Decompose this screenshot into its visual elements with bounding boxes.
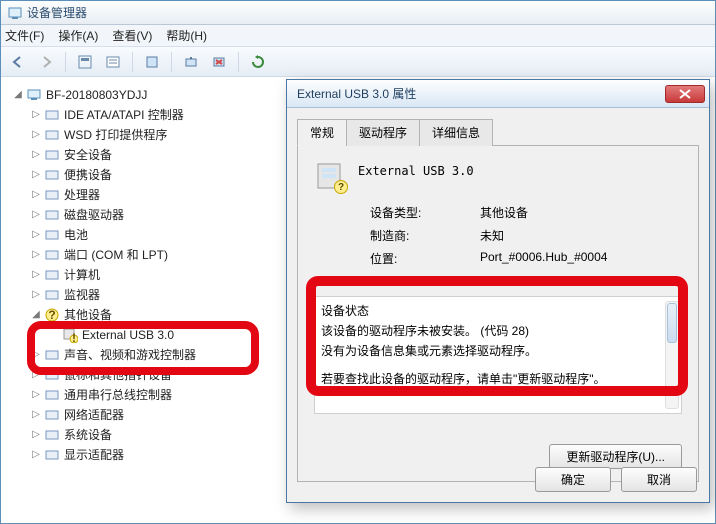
row-device-type: 设备类型: 其他设备 <box>370 204 682 221</box>
row-location: 位置: Port_#0006.Hub_#0004 <box>370 250 682 267</box>
expand-icon[interactable]: ▷ <box>30 405 42 425</box>
tree-label: 监视器 <box>64 285 100 305</box>
device-status-box: 设备状态 该设备的驱动程序未被安装。 (代码 28) 没有为设备信息集或元素选择… <box>314 296 682 414</box>
row-manufacturer: 制造商: 未知 <box>370 227 682 244</box>
status-line: 该设备的驱动程序未被安装。 (代码 28) <box>321 321 675 341</box>
nav-back-button[interactable] <box>7 51 29 73</box>
toolbar-uninstall-button[interactable] <box>208 51 230 73</box>
category-icon <box>44 187 60 203</box>
app-icon <box>7 5 23 21</box>
dialog-titlebar: External USB 3.0 属性 <box>287 80 709 108</box>
device-manager-window: 设备管理器 文件(F) 操作(A) 查看(V) 帮助(H) ◢ BF-20180… <box>0 0 716 524</box>
category-icon <box>44 127 60 143</box>
tab-general[interactable]: 常规 <box>297 119 347 146</box>
status-line: 若要查找此设备的驱动程序，请单击"更新驱动程序"。 <box>321 369 675 389</box>
expand-icon[interactable]: ▷ <box>30 225 42 245</box>
expand-icon[interactable]: ▷ <box>30 205 42 225</box>
window-title: 设备管理器 <box>27 4 87 21</box>
category-icon <box>44 287 60 303</box>
tab-panel-general: ? External USB 3.0 设备类型: 其他设备 制造商: 未知 位置… <box>297 146 699 482</box>
computer-icon <box>26 87 42 103</box>
tab-driver[interactable]: 驱动程序 <box>346 119 420 146</box>
menu-file[interactable]: 文件(F) <box>5 27 44 44</box>
tree-label: 安全设备 <box>64 145 112 165</box>
expand-icon[interactable]: ▷ <box>30 445 42 465</box>
toolbar-help-button[interactable] <box>141 51 163 73</box>
toolbar-properties-button[interactable] <box>102 51 124 73</box>
nav-forward-button[interactable] <box>35 51 57 73</box>
expand-icon[interactable]: ▷ <box>30 285 42 305</box>
category-icon <box>44 267 60 283</box>
expand-icon[interactable]: ▷ <box>30 105 42 125</box>
toolbar <box>1 47 715 77</box>
tree-label: 电池 <box>64 225 88 245</box>
expand-icon[interactable]: ▷ <box>30 185 42 205</box>
category-icon <box>44 427 60 443</box>
tree-label: 计算机 <box>64 265 100 285</box>
svg-text:?: ? <box>48 308 55 322</box>
category-icon <box>44 207 60 223</box>
category-icon <box>44 407 60 423</box>
dialog-title: External USB 3.0 属性 <box>291 85 665 102</box>
annotation-highlight <box>27 321 259 375</box>
expand-icon[interactable]: ▷ <box>30 385 42 405</box>
tree-label: 处理器 <box>64 185 100 205</box>
expand-icon[interactable]: ▷ <box>30 245 42 265</box>
menubar: 文件(F) 操作(A) 查看(V) 帮助(H) <box>1 25 715 47</box>
collapse-icon[interactable]: ◢ <box>12 85 24 105</box>
tab-details[interactable]: 详细信息 <box>419 119 493 146</box>
category-icon <box>44 387 60 403</box>
tree-label: IDE ATA/ATAPI 控制器 <box>64 105 184 125</box>
category-icon <box>44 247 60 263</box>
status-line: 没有为设备信息集或元素选择驱动程序。 <box>321 341 675 361</box>
tree-label: 显示适配器 <box>64 445 124 465</box>
device-large-icon: ? <box>314 160 346 192</box>
toolbar-update-button[interactable] <box>247 51 269 73</box>
tree-label: WSD 打印提供程序 <box>64 125 167 145</box>
tree-label: 通用串行总线控制器 <box>64 385 172 405</box>
device-name: External USB 3.0 <box>358 160 474 192</box>
category-icon <box>44 227 60 243</box>
tree-label: 便携设备 <box>64 165 112 185</box>
tab-strip: 常规 驱动程序 详细信息 <box>297 118 699 146</box>
expand-icon[interactable]: ▷ <box>30 165 42 185</box>
close-button[interactable] <box>665 85 705 103</box>
category-icon <box>44 447 60 463</box>
toolbar-scan-button[interactable] <box>180 51 202 73</box>
properties-dialog: External USB 3.0 属性 常规 驱动程序 详细信息 ? Exter… <box>286 79 710 503</box>
expand-icon[interactable]: ▷ <box>30 145 42 165</box>
location-value: Port_#0006.Hub_#0004 <box>480 250 607 267</box>
ok-button[interactable]: 确定 <box>535 467 611 492</box>
expand-icon[interactable]: ▷ <box>30 125 42 145</box>
tree-label: 磁盘驱动器 <box>64 205 124 225</box>
tree-label: 网络适配器 <box>64 405 124 425</box>
cancel-button[interactable]: 取消 <box>621 467 697 492</box>
device-type-value: 其他设备 <box>480 204 528 221</box>
update-driver-button[interactable]: 更新驱动程序(U)... <box>549 444 682 469</box>
menu-help[interactable]: 帮助(H) <box>166 27 207 44</box>
tree-label: 系统设备 <box>64 425 112 445</box>
category-icon <box>44 167 60 183</box>
tree-label: 端口 (COM 和 LPT) <box>64 245 168 265</box>
status-title: 设备状态 <box>321 301 675 321</box>
titlebar: 设备管理器 <box>1 1 715 25</box>
expand-icon[interactable]: ▷ <box>30 265 42 285</box>
category-icon <box>44 147 60 163</box>
manufacturer-value: 未知 <box>480 227 504 244</box>
question-badge-icon: ? <box>334 180 348 194</box>
category-icon <box>44 107 60 123</box>
dialog-buttons: 确定 取消 <box>535 467 697 492</box>
menu-view[interactable]: 查看(V) <box>112 27 152 44</box>
toolbar-action-button[interactable] <box>74 51 96 73</box>
menu-action[interactable]: 操作(A) <box>58 27 98 44</box>
expand-icon[interactable]: ▷ <box>30 425 42 445</box>
